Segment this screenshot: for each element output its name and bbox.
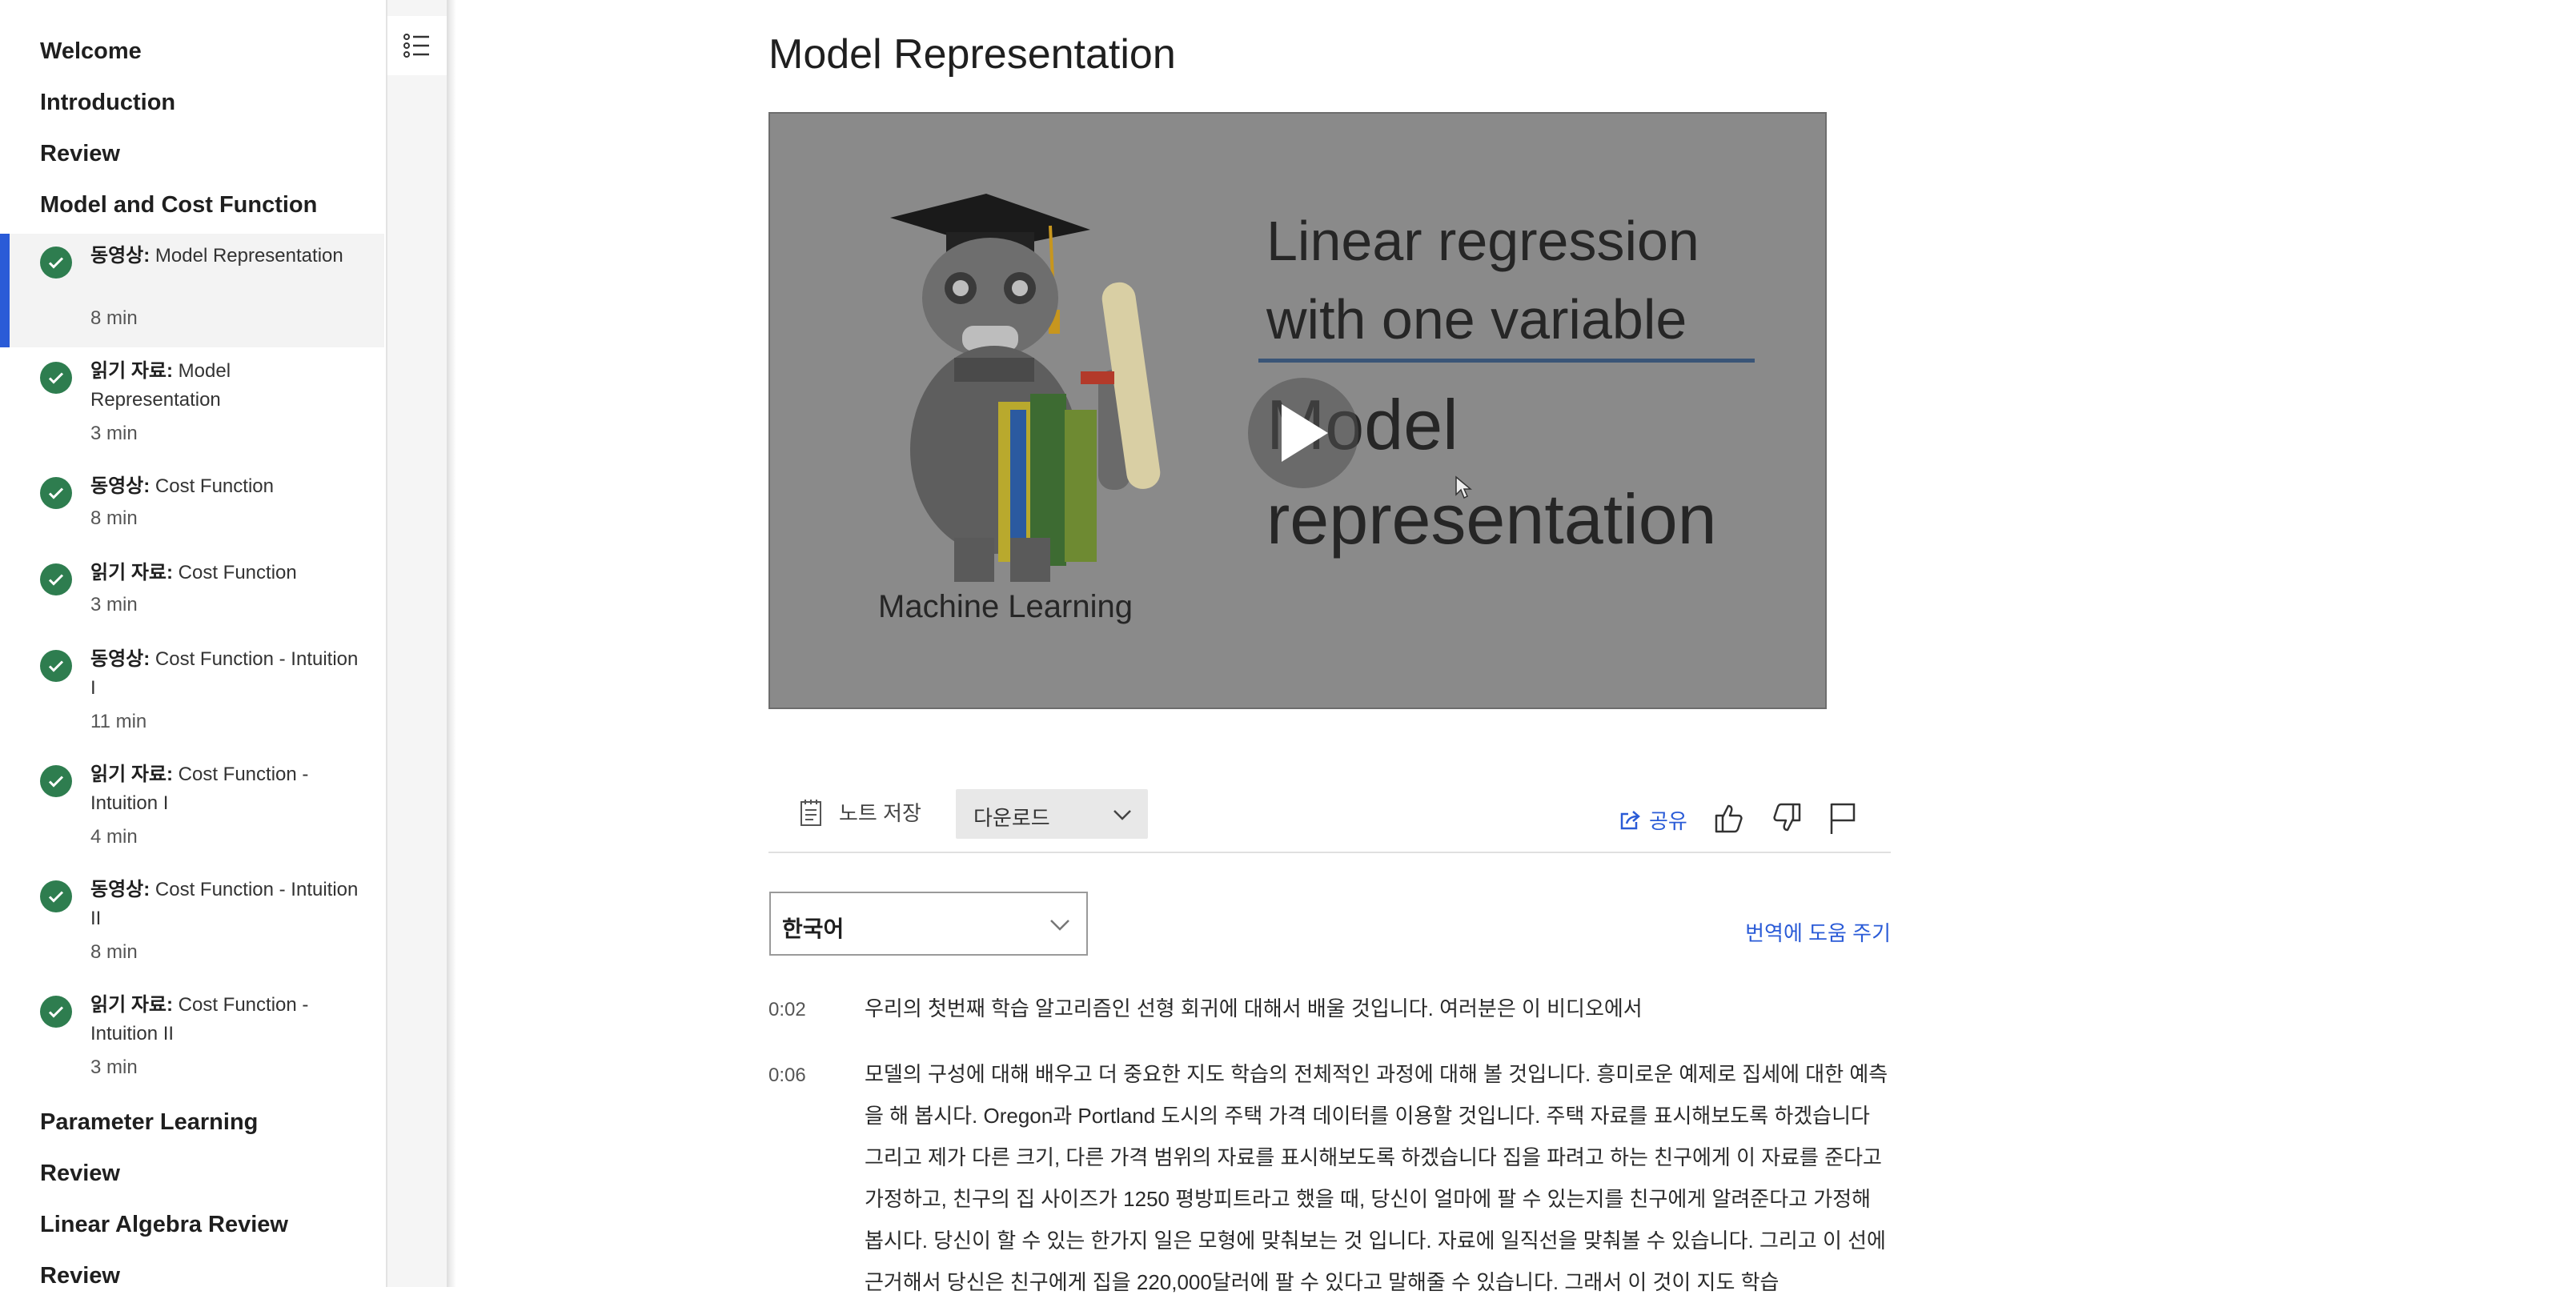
save-note-label: 노트 저장	[839, 801, 921, 825]
share-label: 공유	[1649, 809, 1687, 833]
check-icon	[40, 247, 72, 279]
active-indicator	[0, 234, 10, 347]
course-outline-sidebar: Welcome Introduction Review Model and Co…	[0, 0, 387, 1287]
sidebar-item-title: 동영상: Cost Function - Intuition I	[90, 648, 359, 699]
transcript-timestamp[interactable]: 0:02	[768, 999, 806, 1021]
slide-caption: Machine Learning	[878, 589, 1133, 624]
mouse-cursor-icon	[1455, 475, 1472, 499]
sidebar-item-duration: 4 min	[90, 826, 138, 848]
section-introduction[interactable]: Introduction	[40, 88, 175, 117]
help-translate-link[interactable]: 번역에 도움 주기	[1745, 917, 1891, 947]
sidebar-item-title: 읽기 자료: Cost Function - Intuition I	[90, 764, 309, 814]
thumbs-up-icon[interactable]	[1711, 800, 1747, 836]
download-dropdown[interactable]: 다운로드	[956, 789, 1148, 839]
sidebar-item-reading-cost-function-intuition-2[interactable]: 읽기 자료: Cost Function - Intuition II 3 mi…	[0, 983, 384, 1097]
transcript-paragraph[interactable]: 모델의 구성에 대해 배우고 더 중요한 지도 학습의 전체적인 과정에 대해 …	[865, 1053, 1889, 1303]
thumbs-down-icon[interactable]	[1769, 800, 1804, 836]
check-icon	[40, 477, 72, 509]
slide-divider	[1258, 359, 1755, 363]
page-title: Model Representation	[768, 31, 1176, 78]
save-note-button[interactable]: 노트 저장	[799, 797, 921, 827]
divider-shadow	[448, 0, 456, 1287]
list-icon	[403, 34, 429, 58]
transcript-language-select[interactable]: 한국어	[769, 892, 1088, 956]
sidebar-item-title: 동영상: Model Representation	[90, 245, 343, 267]
sidebar-item-video-model-representation[interactable]: 동영상: Model Representation 8 min	[0, 234, 384, 347]
section-linear-algebra-review[interactable]: Linear Algebra Review	[40, 1210, 288, 1239]
section-review[interactable]: Review	[40, 1159, 120, 1188]
section-review[interactable]: Review	[40, 1261, 120, 1287]
video-player[interactable]: Linear regression with one variable Mode…	[768, 112, 1827, 709]
sidebar-item-title: 읽기 자료: Cost Function - Intuition II	[90, 994, 309, 1044]
note-icon	[800, 799, 821, 826]
sidebar-item-title: 읽기 자료: Cost Function	[90, 562, 297, 583]
section-parameter-learning[interactable]: Parameter Learning	[40, 1108, 258, 1137]
play-button[interactable]	[1248, 378, 1358, 488]
chevron-down-icon	[1050, 920, 1069, 931]
check-icon	[40, 563, 72, 595]
chevron-down-icon	[1113, 810, 1131, 820]
sidebar-item-duration: 8 min	[90, 307, 138, 329]
language-selected: 한국어	[782, 916, 845, 941]
sidebar-item-title: 동영상: Cost Function	[90, 475, 274, 497]
section-model-and-cost-function[interactable]: Model and Cost Function	[40, 190, 317, 219]
sidebar-item-reading-model-representation[interactable]: 읽기 자료: Model Representation 3 min	[0, 349, 384, 463]
sidebar-item-reading-cost-function-intuition-1[interactable]: 읽기 자료: Cost Function - Intuition I 4 min	[0, 752, 384, 866]
flag-icon[interactable]	[1827, 800, 1859, 836]
robot-graduate-illustration	[890, 194, 1161, 582]
sidebar-item-video-cost-function-intuition-1[interactable]: 동영상: Cost Function - Intuition I 11 min	[0, 637, 384, 751]
check-icon	[40, 362, 72, 394]
sidebar-item-duration: 3 min	[90, 594, 138, 615]
sidebar-item-reading-cost-function[interactable]: 읽기 자료: Cost Function 3 min	[0, 551, 384, 635]
transcript-timestamp[interactable]: 0:06	[768, 1064, 806, 1087]
section-welcome[interactable]: Welcome	[40, 37, 142, 66]
sidebar-item-video-cost-function-intuition-2[interactable]: 동영상: Cost Function - Intuition II 8 min	[0, 868, 384, 981]
outline-toggle-button[interactable]	[387, 16, 447, 75]
slide-title: Linear regression with one variable	[1266, 210, 1699, 351]
sidebar-item-title: 동영상: Cost Function - Intuition II	[90, 879, 359, 929]
transcript-paragraph[interactable]: 우리의 첫번째 학습 알고리즘인 선형 회귀에 대해서 배울 것입니다. 여러분…	[865, 988, 1889, 1029]
sidebar-toggle-column	[387, 0, 448, 1287]
sidebar-item-video-cost-function[interactable]: 동영상: Cost Function 8 min	[0, 464, 384, 549]
share-icon	[1620, 810, 1640, 829]
sidebar-item-title: 읽기 자료: Model Representation	[90, 360, 231, 411]
share-button[interactable]: 공유	[1619, 805, 1687, 835]
check-icon	[40, 880, 72, 912]
sidebar-item-duration: 3 min	[90, 1056, 138, 1078]
sidebar-item-duration: 11 min	[90, 711, 147, 732]
play-icon	[1282, 404, 1328, 462]
section-review[interactable]: Review	[40, 139, 120, 168]
check-icon	[40, 996, 72, 1028]
sidebar-item-duration: 3 min	[90, 423, 138, 444]
video-toolbar: 노트 저장 다운로드 공유	[768, 784, 1891, 853]
sidebar-item-duration: 8 min	[90, 507, 138, 529]
sidebar-item-duration: 8 min	[90, 941, 138, 963]
check-icon	[40, 765, 72, 797]
check-icon	[40, 650, 72, 682]
download-label: 다운로드	[973, 806, 1050, 830]
